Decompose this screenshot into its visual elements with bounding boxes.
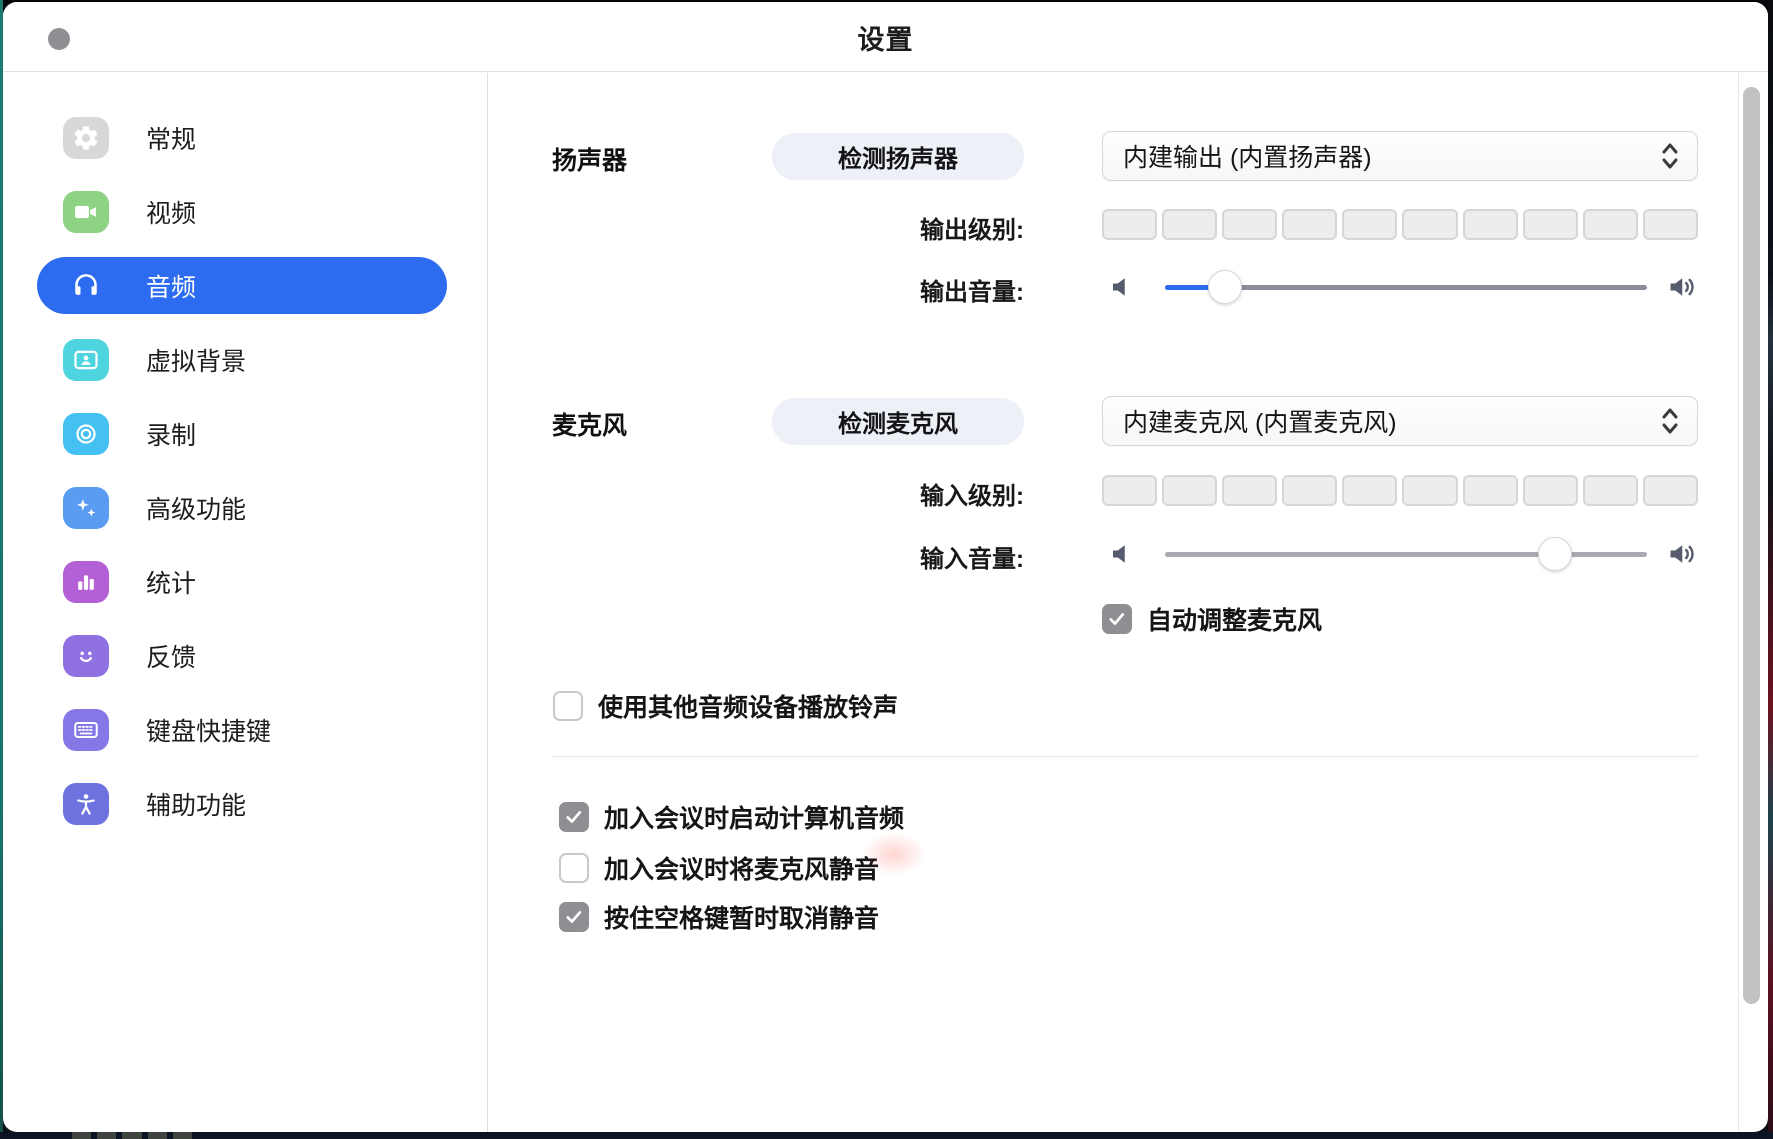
checkmark-icon xyxy=(564,807,584,827)
speaker-low-icon xyxy=(1108,272,1138,302)
slider-thumb[interactable] xyxy=(1208,270,1242,304)
background-right-strip xyxy=(1768,0,1773,1139)
input-level-meter xyxy=(1102,475,1698,506)
speaker-device-value: 内建输出 (内置扬声器) xyxy=(1123,138,1659,174)
slider-track[interactable] xyxy=(1165,552,1647,557)
space-to-unmute-checkbox[interactable]: 按住空格键暂时取消静音 xyxy=(559,899,879,935)
speaker-device-select[interactable]: 内建输出 (内置扬声器) xyxy=(1102,131,1698,181)
content-right-divider xyxy=(1738,73,1739,1132)
microphone-device-value: 内建麦克风 (内置麦克风) xyxy=(1123,403,1659,439)
level-segment xyxy=(1342,475,1397,506)
level-segment xyxy=(1583,475,1638,506)
level-segment xyxy=(1643,475,1698,506)
checkbox-box[interactable] xyxy=(559,902,589,932)
checkbox-label: 自动调整麦克风 xyxy=(1147,601,1322,637)
speaker-low-icon xyxy=(1108,539,1138,569)
checkbox-box[interactable] xyxy=(559,853,589,883)
level-segment xyxy=(1282,475,1337,506)
level-segment xyxy=(1463,209,1518,240)
level-segment xyxy=(1222,209,1277,240)
speaker-section-label: 扬声器 xyxy=(552,141,627,177)
checkbox-label: 使用其他音频设备播放铃声 xyxy=(598,688,898,724)
output-level-meter xyxy=(1102,209,1698,240)
checkbox-box[interactable] xyxy=(559,802,589,832)
output-volume-label: 输出音量: xyxy=(752,272,1024,307)
vertical-scrollbar[interactable] xyxy=(1743,87,1760,1004)
level-segment xyxy=(1282,209,1337,240)
separate-ringtone-device-checkbox[interactable]: 使用其他音频设备播放铃声 xyxy=(553,688,898,724)
checkbox-box[interactable] xyxy=(1102,604,1132,634)
checkmark-icon xyxy=(1107,609,1127,629)
test-microphone-button[interactable]: 检测麦克风 xyxy=(772,398,1024,445)
checkbox-label: 加入会议时将麦克风静音 xyxy=(604,850,879,886)
auto-adjust-mic-checkbox[interactable]: 自动调整麦克风 xyxy=(1102,601,1322,637)
chevron-up-down-icon xyxy=(1659,405,1681,437)
level-segment xyxy=(1643,209,1698,240)
settings-window: 设置 常规视频音频虚拟背景录制高级功能统计反馈键盘快捷键辅助功能 扬声器 检测扬… xyxy=(3,2,1768,1132)
level-segment xyxy=(1523,209,1578,240)
level-segment xyxy=(1523,475,1578,506)
level-segment xyxy=(1402,209,1457,240)
section-divider xyxy=(552,756,1698,757)
audio-settings-panel: 扬声器 检测扬声器 内建输出 (内置扬声器) 输出级别: 输出音量: xyxy=(3,73,1738,1132)
checkbox-box[interactable] xyxy=(553,691,583,721)
microphone-section-label: 麦克风 xyxy=(552,406,627,442)
checkbox-label: 加入会议时启动计算机音频 xyxy=(604,799,904,835)
level-segment xyxy=(1102,475,1157,506)
level-segment xyxy=(1342,209,1397,240)
level-segment xyxy=(1402,475,1457,506)
test-speaker-button[interactable]: 检测扬声器 xyxy=(772,133,1024,180)
background-bottom-strip xyxy=(0,1132,1773,1139)
desktop-background: 设置 常规视频音频虚拟背景录制高级功能统计反馈键盘快捷键辅助功能 扬声器 检测扬… xyxy=(0,0,1773,1139)
level-segment xyxy=(1102,209,1157,240)
titlebar[interactable]: 设置 xyxy=(3,2,1768,72)
checkbox-label: 按住空格键暂时取消静音 xyxy=(604,899,879,935)
slider-track[interactable] xyxy=(1165,285,1647,290)
speaker-loud-icon xyxy=(1668,539,1698,569)
input-level-label: 输入级别: xyxy=(752,476,1024,511)
slider-thumb[interactable] xyxy=(1538,537,1572,571)
level-segment xyxy=(1162,475,1217,506)
chevron-up-down-icon xyxy=(1659,140,1681,172)
background-artifact xyxy=(72,1132,192,1139)
join-computer-audio-checkbox[interactable]: 加入会议时启动计算机音频 xyxy=(559,799,904,835)
speaker-loud-icon xyxy=(1668,272,1698,302)
checkmark-icon xyxy=(564,907,584,927)
window-title: 设置 xyxy=(3,2,1768,72)
level-segment xyxy=(1463,475,1518,506)
level-segment xyxy=(1162,209,1217,240)
microphone-device-select[interactable]: 内建麦克风 (内置麦克风) xyxy=(1102,396,1698,446)
input-volume-slider[interactable] xyxy=(1108,537,1700,573)
input-volume-label: 输入音量: xyxy=(752,539,1024,574)
output-level-label: 输出级别: xyxy=(752,210,1024,245)
level-segment xyxy=(1222,475,1277,506)
level-segment xyxy=(1583,209,1638,240)
mute-mic-on-join-checkbox[interactable]: 加入会议时将麦克风静音 xyxy=(559,850,879,886)
output-volume-slider[interactable] xyxy=(1108,270,1700,306)
